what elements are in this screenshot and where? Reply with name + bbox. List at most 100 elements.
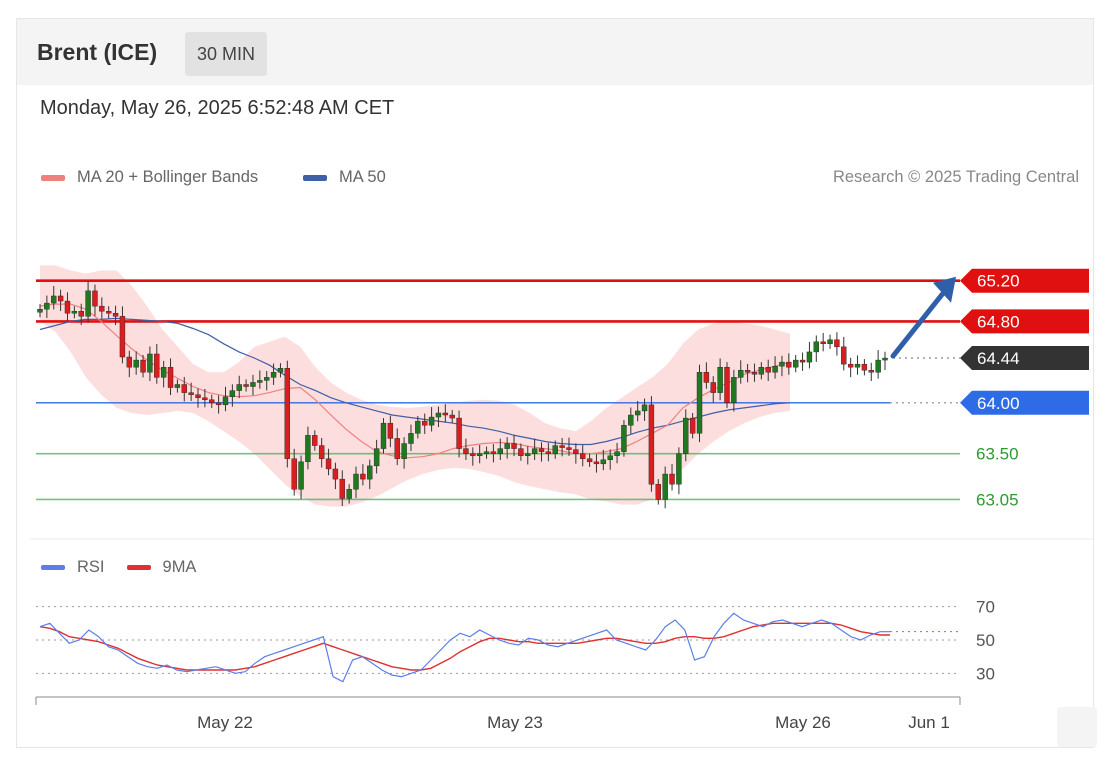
- candle-body: [133, 359, 139, 368]
- support-2-label: 63.05: [976, 490, 1019, 509]
- candle-body: [78, 311, 84, 317]
- candle-body: [401, 443, 407, 459]
- candle-body: [861, 363, 868, 371]
- candle-body: [676, 453, 682, 485]
- candle-body: [470, 453, 476, 456]
- candle-body: [215, 402, 222, 406]
- candle-body: [751, 372, 758, 375]
- candle-body: [463, 448, 469, 454]
- candle-body: [298, 461, 304, 490]
- candle-body: [662, 473, 668, 500]
- candle-body: [648, 404, 655, 485]
- forecast-arrow: [890, 288, 948, 359]
- candle-body: [717, 366, 723, 393]
- candle-body: [586, 458, 593, 463]
- pivot-label: 64.00: [977, 394, 1020, 413]
- candle-body: [264, 377, 270, 381]
- candle-body: [387, 422, 394, 439]
- candle-body: [435, 412, 442, 418]
- candle-body: [284, 368, 291, 459]
- candle-body: [167, 366, 174, 388]
- x-tick-label: Jun 1: [908, 713, 950, 732]
- candle-body: [731, 377, 737, 404]
- candle-body: [147, 353, 153, 373]
- candle-body: [408, 433, 414, 444]
- candle-body: [51, 295, 57, 304]
- candle-body: [758, 366, 765, 375]
- candle-body: [126, 356, 133, 368]
- candle-body: [112, 313, 119, 317]
- candle-body: [332, 468, 339, 480]
- candle-body: [669, 473, 675, 485]
- candle-body: [573, 449, 579, 454]
- candle-body: [483, 451, 490, 454]
- candle-body: [270, 372, 277, 378]
- candle-body: [291, 458, 297, 490]
- candle-body: [621, 424, 627, 452]
- candle-body: [236, 384, 242, 391]
- candle-body: [689, 417, 696, 434]
- x-tick-label: May 23: [487, 713, 543, 732]
- candle-body: [456, 417, 462, 449]
- candle-body: [318, 445, 325, 459]
- candle-body: [772, 365, 778, 373]
- candle-body: [552, 445, 558, 454]
- candle-body: [765, 366, 771, 373]
- candle-body: [250, 382, 256, 387]
- candle-body: [868, 370, 874, 373]
- candle-body: [277, 368, 284, 373]
- candle-body: [154, 353, 160, 378]
- candle-body: [37, 308, 43, 313]
- current-label: 64.44: [977, 349, 1020, 368]
- candle-body: [545, 451, 552, 454]
- rsi-line: [39, 612, 890, 683]
- candle-body: [449, 414, 455, 419]
- candle-body: [607, 455, 613, 460]
- candle-body: [181, 384, 187, 393]
- candle-body: [600, 459, 607, 465]
- candle-body: [593, 461, 600, 465]
- candle-body: [779, 361, 785, 367]
- candle-body: [792, 359, 799, 368]
- candle-body: [367, 465, 373, 480]
- candle-body: [64, 300, 71, 314]
- candle-body: [415, 420, 421, 434]
- candle-body: [353, 473, 359, 490]
- candle-body: [305, 435, 311, 463]
- candle-body: [538, 448, 545, 452]
- candle-body: [71, 311, 78, 314]
- candle-body: [428, 416, 435, 426]
- candle-body: [525, 453, 531, 456]
- candle-body: [786, 361, 792, 368]
- candle-body: [380, 422, 387, 449]
- candle-body: [44, 302, 50, 310]
- candle-body: [394, 438, 400, 459]
- candle-body: [140, 359, 146, 373]
- candle-body: [882, 357, 888, 361]
- candle-body: [174, 384, 181, 388]
- candle-body: [854, 363, 861, 368]
- candle-body: [531, 448, 538, 454]
- candle-body: [490, 451, 497, 454]
- candle-body: [703, 372, 710, 383]
- candle-body: [105, 311, 112, 314]
- candle-body: [312, 435, 318, 446]
- candle-body: [655, 484, 661, 500]
- candle-body: [229, 390, 236, 397]
- candle-body: [85, 290, 91, 317]
- x-tick-label: May 22: [197, 713, 253, 732]
- candle-body: [422, 420, 428, 426]
- candle-body: [559, 445, 565, 448]
- candle-body: [442, 412, 449, 416]
- rsi-level-label: 30: [976, 664, 995, 683]
- price-chart: 65.20 64.80 64.44 64.00 63.50 63.05 70 50 30 May …: [30, 265, 1093, 732]
- rsi-ma9-line: [39, 622, 890, 671]
- candle-body: [195, 394, 201, 398]
- support-1-label: 63.50: [976, 445, 1019, 464]
- candle-body: [497, 448, 503, 454]
- rsi-level-label: 70: [976, 598, 995, 617]
- candle-body: [243, 384, 249, 387]
- candle-body: [92, 290, 98, 307]
- candle-body: [744, 370, 751, 373]
- candle-body: [99, 305, 105, 312]
